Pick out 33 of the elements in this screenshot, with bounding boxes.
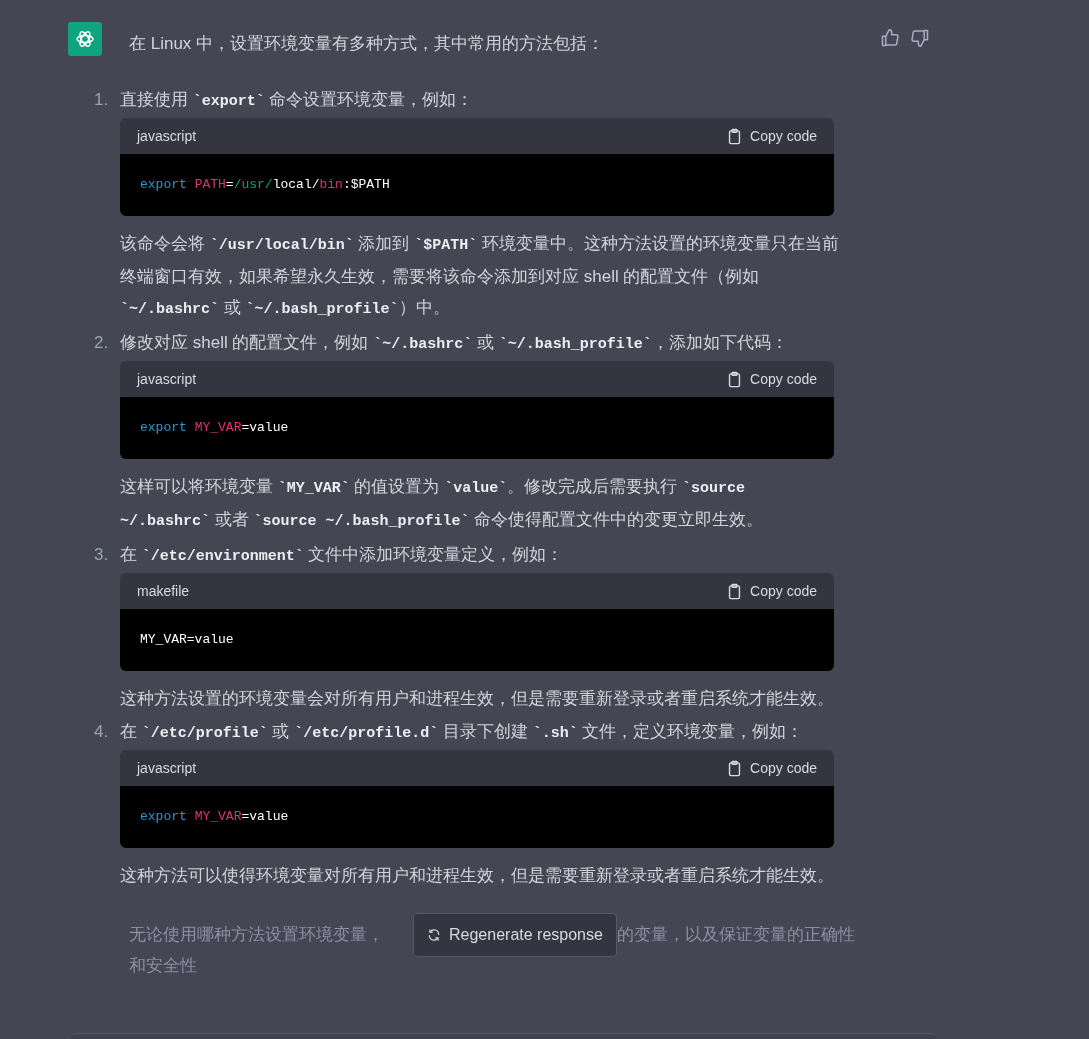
refresh-icon — [427, 928, 441, 942]
list-number: 3. — [94, 544, 110, 566]
paragraph-text: 和安全性 — [129, 956, 197, 975]
paragraph-text: 的变量，以及保证变量的正确性 — [616, 924, 855, 947]
code-language-label: makefile — [137, 581, 190, 601]
list-item-text: 在 `/etc/profile` 或 `/etc/profile.d` 目录下创建 `.sh` 文件，定义环境变量，例如： — [120, 721, 805, 744]
list-number: 1. — [94, 89, 110, 111]
list-number: 2. — [94, 332, 110, 354]
code-line: export MY_VAR=value — [140, 808, 289, 827]
paragraph-text: 该命令会将 `/usr/local/bin` 添加到 `$PATH` 环境变量中。这种方法设置的环境变量只在当前终端窗口有效，如果希望永久生效，需要将该命令添加到对应 shell 的配置文件（例如 `~/.bashrc` 或 `~/.bash_profile`）中。 — [120, 233, 840, 320]
code-line: MY_VAR=value — [140, 631, 234, 650]
code-line: export MY_VAR=value — [140, 419, 289, 438]
copy-code-button[interactable]: Copy code — [726, 368, 817, 390]
code-language-label: javascript — [137, 369, 197, 389]
code-line: export PATH=/usr/local/bin:$PATH — [140, 176, 390, 195]
paragraph-text: 这种方法可以使得环境变量对所有用户和进程生效，但是需要重新登录或者重启系统才能生效。 — [120, 865, 834, 887]
copy-code-button[interactable]: Copy code — [726, 757, 817, 779]
copy-code-button[interactable]: Copy code — [726, 125, 817, 147]
paragraph-text: 这种方法设置的环境变量会对所有用户和进程生效，但是需要重新登录或者重启系统才能生效。 — [120, 688, 834, 710]
paragraph-text: 无论使用哪种方法设置环境变量， — [129, 924, 384, 947]
thumbs-down-icon — [910, 28, 930, 48]
code-language-label: javascript — [137, 758, 197, 778]
paragraph-text: 这样可以将环境变量 `MY_VAR` 的值设置为 `value`。修改完成后需要执行 `source ~/.bashrc` 或者 `source ~/.bash_profile` 命令使得配置文件中的变更立即生效。 — [120, 476, 765, 532]
message-text: 在 Linux 中，设置环境变量有多种方式，其中常用的方法包括： — [129, 33, 605, 55]
thumbs-up-icon — [880, 28, 900, 48]
code-language-label: javascript — [137, 126, 197, 146]
regenerate-button[interactable]: Regenerate response — [413, 913, 617, 957]
list-number: 4. — [94, 721, 110, 743]
list-item-text: 在 `/etc/environment` 文件中添加环境变量定义，例如： — [120, 544, 565, 567]
copy-code-button[interactable]: Copy code — [726, 580, 817, 602]
list-item-text: 直接使用 `export` 命令设置环境变量，例如： — [120, 89, 475, 112]
message-input-field[interactable] — [70, 1033, 937, 1039]
list-item-text: 修改对应 shell 的配置文件，例如 `~/.bashrc` 或 `~/.bash_profile`，添加如下代码： — [120, 332, 789, 355]
